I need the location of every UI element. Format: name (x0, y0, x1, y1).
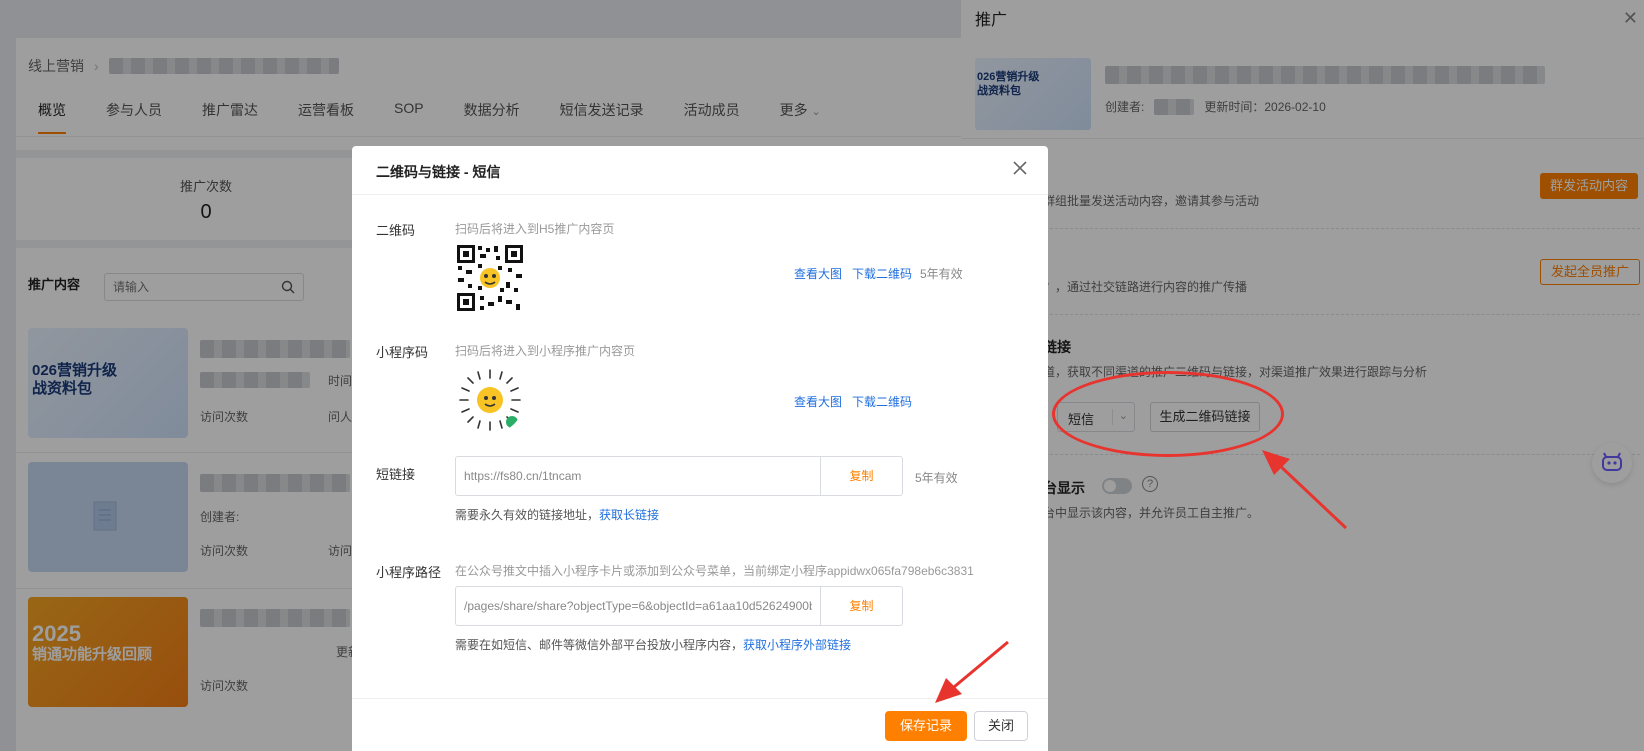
mini-code-label: 小程序码 (376, 345, 429, 360)
qr-link-dialog: 二维码与链接 - 短信 二维码 扫码后将进入到H5推广内容页 查看大图 下载二维… (352, 146, 1048, 751)
short-link-label: 短链接 (376, 467, 416, 482)
short-link-field: 复制 (455, 456, 903, 496)
mini-path-label: 小程序路径 (376, 565, 442, 580)
qr-code-image (456, 244, 524, 312)
qr-hint: 扫码后将进入到H5推广内容页 (455, 222, 615, 236)
qr-download-link[interactable]: 下载二维码 (852, 265, 912, 282)
close-dialog-button[interactable]: 关闭 (974, 711, 1028, 741)
short-link-validity: 5年有效 (915, 471, 958, 485)
mini-view-large-link[interactable]: 查看大图 (794, 393, 842, 410)
mini-path-copy-button[interactable]: 复制 (820, 587, 902, 625)
short-link-input[interactable] (456, 457, 820, 495)
dialog-title: 二维码与链接 - 短信 (376, 164, 501, 180)
mini-path-input[interactable] (456, 587, 820, 625)
dialog-footer-divider (352, 698, 1048, 699)
short-link-note-text: 需要永久有效的链接地址， (455, 508, 600, 522)
mini-download-link[interactable]: 下载二维码 (852, 393, 912, 410)
mini-path-hint: 在公众号推文中插入小程序卡片或添加到公众号菜单，当前绑定小程序appidwx06… (455, 564, 974, 578)
mini-path-note: 需要在如短信、邮件等微信外部平台投放小程序内容，获取小程序外部链接 (455, 636, 851, 653)
mini-code-hint: 扫码后将进入到小程序推广内容页 (455, 344, 636, 358)
get-long-link[interactable]: 获取长链接 (599, 508, 659, 522)
get-external-link[interactable]: 获取小程序外部链接 (743, 638, 851, 652)
annotation-ellipse (1052, 371, 1284, 457)
short-link-note: 需要永久有效的链接地址，获取长链接 (455, 506, 659, 523)
save-record-button[interactable]: 保存记录 (885, 711, 967, 741)
qr-validity: 5年有效 (920, 267, 963, 281)
mini-path-note-text: 需要在如短信、邮件等微信外部平台投放小程序内容， (455, 638, 744, 652)
mini-program-code-image (457, 367, 523, 433)
dialog-header-divider (352, 194, 1048, 195)
short-link-copy-button[interactable]: 复制 (820, 457, 902, 495)
qr-label: 二维码 (376, 223, 416, 238)
qr-view-large-link[interactable]: 查看大图 (794, 265, 842, 282)
close-icon[interactable] (1010, 158, 1030, 178)
mini-path-field: 复制 (455, 586, 903, 626)
